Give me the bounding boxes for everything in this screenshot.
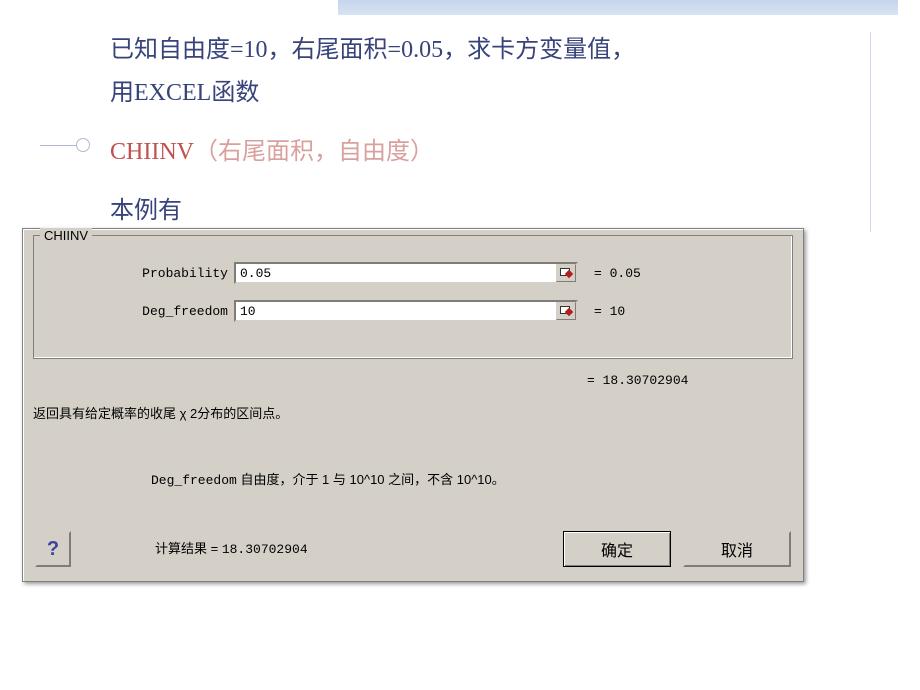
bullet-marker bbox=[40, 138, 88, 154]
range-selector-icon bbox=[559, 267, 573, 279]
arg-input-probability[interactable] bbox=[234, 262, 578, 284]
range-selector-button[interactable] bbox=[556, 302, 576, 320]
function-args-dialog: CHIINV Probability = 0.05 Deg_freedom = … bbox=[22, 228, 804, 582]
range-selector-icon bbox=[559, 305, 573, 317]
ok-button[interactable]: 确定 bbox=[563, 531, 671, 567]
help-button[interactable]: ? bbox=[35, 531, 71, 567]
arg-eval-deg-freedom: = 10 bbox=[578, 304, 625, 319]
range-selector-button[interactable] bbox=[556, 264, 576, 282]
arg-label-probability: Probability bbox=[34, 266, 234, 281]
args-group: CHIINV Probability = 0.05 Deg_freedom = … bbox=[33, 235, 793, 359]
function-result: = 18.30702904 bbox=[587, 373, 688, 388]
param-help-text: 自由度，介于 1 与 10^10 之间，不含 10^10。 bbox=[237, 472, 505, 487]
arg-label-deg-freedom: Deg_freedom bbox=[34, 304, 234, 319]
arg-row-probability: Probability = 0.05 bbox=[34, 262, 641, 284]
param-help: Deg_freedom 自由度，介于 1 与 10^10 之间，不含 10^10… bbox=[151, 469, 505, 488]
calc-result-value: 18.30702904 bbox=[222, 542, 308, 557]
function-description: 返回具有给定概率的收尾 χ 2分布的区间点。 bbox=[33, 403, 288, 422]
calc-result-label: 计算结果 = bbox=[155, 541, 222, 556]
arg-input-deg-freedom[interactable] bbox=[234, 300, 578, 322]
cancel-button[interactable]: 取消 bbox=[683, 531, 791, 567]
param-help-name: Deg_freedom bbox=[151, 473, 237, 488]
help-icon: ? bbox=[47, 538, 59, 561]
arg-eval-probability: = 0.05 bbox=[578, 266, 641, 281]
formula-text: CHIINV（右尾面积，自由度） bbox=[110, 131, 870, 166]
slide-content: 已知自由度=10，右尾面积=0.05，求卡方变量值， 用EXCEL函数 CHII… bbox=[110, 32, 870, 225]
problem-text-1: 已知自由度=10，右尾面积=0.05，求卡方变量值， bbox=[110, 32, 870, 68]
formula-name: CHIINV bbox=[110, 139, 194, 165]
example-label: 本例有 bbox=[110, 190, 870, 225]
top-banner bbox=[338, 0, 898, 15]
arg-row-deg-freedom: Deg_freedom = 10 bbox=[34, 300, 625, 322]
formula-args: （右尾面积，自由度） bbox=[194, 139, 434, 165]
problem-text-2: 用EXCEL函数 bbox=[110, 72, 870, 107]
group-title: CHIINV bbox=[40, 228, 92, 243]
right-rule bbox=[870, 32, 871, 232]
calc-result: 计算结果 = 18.30702904 bbox=[155, 538, 308, 557]
